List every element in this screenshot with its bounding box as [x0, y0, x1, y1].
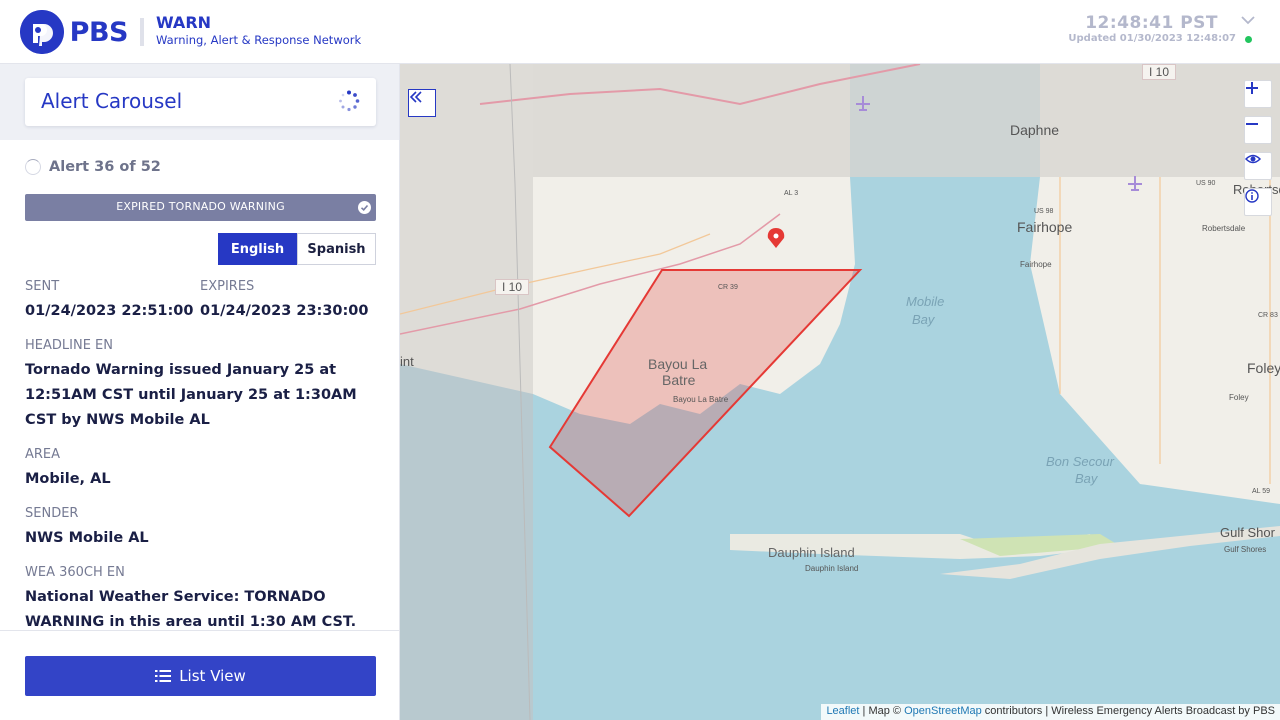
status-dot [1245, 36, 1252, 43]
info-icon [1245, 189, 1259, 203]
map-label-cr39: CR 39 [718, 284, 738, 291]
map-label-gulf-shores: Gulf Shor [1220, 525, 1275, 540]
map-label-bon-secour-bay: Bay [1075, 471, 1098, 486]
status-badge-label: EXPIRED TORNADO WARNING [116, 200, 285, 213]
sidebar-footer: List View [0, 630, 399, 720]
map-label-bon-secour: Bon Secour [1046, 454, 1114, 469]
language-button-spanish[interactable]: Spanish [297, 233, 376, 265]
status-badge: EXPIRED TORNADO WARNING [25, 194, 376, 221]
map-label-cr83: CR 83 [1258, 312, 1278, 319]
map-label-foley: Foley [1247, 360, 1280, 376]
map-label-i10-left: I 10 [495, 279, 530, 295]
header-divider [140, 18, 144, 46]
zoom-in-button[interactable] [1244, 80, 1272, 108]
app-header: PBS WARN Warning, Alert & Response Netwo… [0, 0, 1280, 64]
carousel-header: Alert Carousel [0, 64, 399, 140]
carousel-card: Alert Carousel [25, 78, 376, 126]
sent-value: 01/24/2023 22:51:00 [25, 303, 194, 319]
area-label: AREA [25, 447, 61, 462]
map-label-bayou-la-batre-2: Batre [662, 372, 696, 388]
info-button[interactable] [1244, 188, 1272, 216]
list-view-label: List View [179, 667, 246, 685]
area-value: Mobile, AL [25, 471, 111, 487]
map-attribution: Leaflet | Map © OpenStreetMap contributo… [821, 704, 1280, 720]
eye-icon [1245, 154, 1261, 164]
map-label-fairhope-small: Fairhope [1020, 260, 1052, 269]
sender-label: SENDER [25, 506, 79, 521]
openstreetmap-link[interactable]: OpenStreetMap [904, 705, 982, 717]
alert-sidebar: Alert Carousel Alert 36 of 52 EXPIRED TO… [0, 64, 400, 720]
attribution-mid: | Map © [862, 705, 902, 717]
leaflet-link[interactable]: Leaflet [826, 705, 859, 717]
pbs-logo[interactable]: PBS [20, 10, 129, 54]
headline-label: HEADLINE EN [25, 338, 113, 353]
map-label-daphne: Daphne [1010, 122, 1060, 138]
clock: 12:48:41 PST [1085, 13, 1218, 33]
map-label-dauphin-small: Dauphin Island [805, 564, 859, 573]
map-label-us98: US 98 [1034, 208, 1054, 215]
map-label-bayou-la-batre: Bayou La [648, 356, 708, 372]
language-toggle: English Spanish [218, 233, 376, 265]
sender-value: NWS Mobile AL [25, 530, 149, 546]
map-label-us90: US 90 [1196, 180, 1216, 187]
minus-icon [1246, 123, 1258, 125]
double-chevron-left-icon [409, 91, 422, 103]
wea-label: WEA 360CH EN [25, 565, 125, 580]
map-label-al3: AL 3 [784, 190, 799, 197]
zoom-out-button[interactable] [1244, 116, 1272, 144]
map-label-gulf-shores-small: Gulf Shores [1224, 545, 1267, 554]
map-label-point: int [400, 354, 414, 369]
map-label-mobile-bay: Mobile [906, 294, 945, 309]
visibility-button[interactable] [1244, 152, 1272, 180]
headline-value: Tornado Warning issued January 25 at 12:… [25, 362, 357, 428]
map-label-bayou-small: Bayou La Batre [673, 395, 729, 404]
language-button-english[interactable]: English [218, 233, 297, 265]
attribution-rest: contributors | Wireless Emergency Alerts… [984, 705, 1275, 717]
expires-value: 01/24/2023 23:30:00 [200, 303, 369, 319]
alert-map[interactable]: I 10 I 10 Daphne Fairhope Fairhope Rober… [400, 64, 1280, 720]
map-tiles [400, 64, 1280, 720]
loading-spinner-icon [339, 90, 360, 112]
alert-counter: Alert 36 of 52 [25, 158, 161, 176]
app-title: WARN [156, 13, 212, 32]
updated-timestamp: Updated 01/30/2023 12:48:07 [1068, 33, 1236, 44]
map-label-foley-small: Foley [1229, 393, 1249, 402]
map-label-i10-top: I 10 [1142, 64, 1177, 80]
list-icon [155, 670, 172, 682]
expires-label: EXPIRES [200, 279, 255, 294]
chevron-down-icon[interactable] [1240, 14, 1256, 26]
collapse-sidebar-button[interactable] [408, 89, 436, 117]
map-label-fairhope: Fairhope [1017, 219, 1073, 235]
list-view-button[interactable]: List View [25, 656, 376, 696]
logo-text: PBS [69, 16, 129, 48]
progress-ring-icon [25, 159, 41, 175]
check-circle-icon [358, 201, 371, 214]
plus-icon [1246, 82, 1258, 94]
map-label-robertsdale: Robertsdale [1202, 224, 1246, 233]
carousel-title: Alert Carousel [41, 89, 183, 113]
app-subtitle: Warning, Alert & Response Network [156, 33, 362, 47]
map-label-al59: AL 59 [1252, 488, 1271, 495]
sent-label: SENT [25, 279, 60, 294]
pbs-head-icon [20, 10, 64, 54]
map-label-dauphin-island: Dauphin Island [768, 545, 855, 560]
map-label-mobile-bay-2: Bay [912, 312, 935, 327]
alert-count-text: Alert 36 of 52 [49, 159, 161, 175]
